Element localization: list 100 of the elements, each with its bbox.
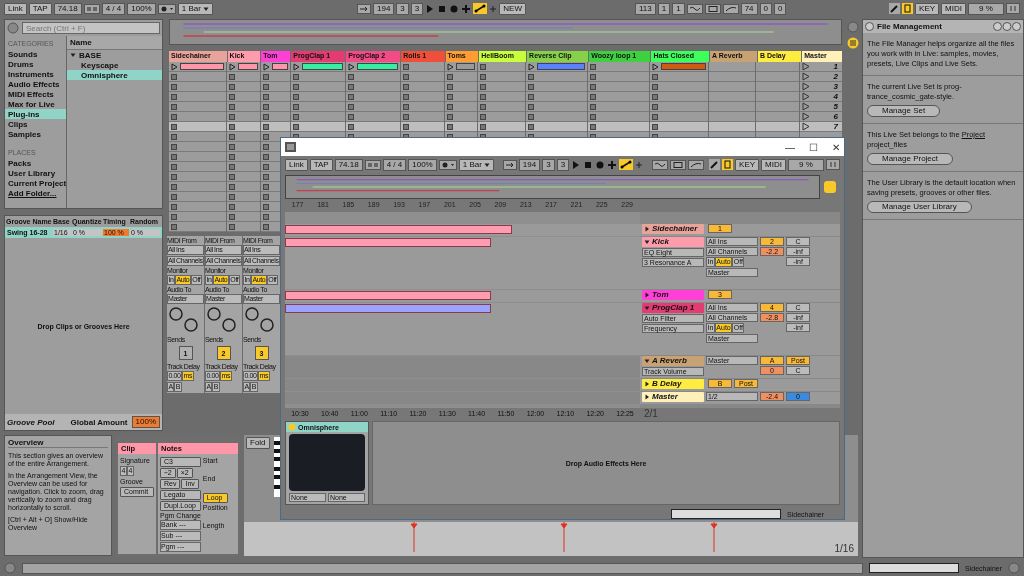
arrangement-clip[interactable] <box>285 238 491 247</box>
clip-slot[interactable] <box>526 112 588 122</box>
clip-slot[interactable] <box>478 72 526 82</box>
plus-icon[interactable] <box>607 159 618 170</box>
clip-slot[interactable] <box>169 112 227 122</box>
clip-slot[interactable] <box>227 92 260 102</box>
window-control[interactable]: ☐ <box>809 141 818 153</box>
clip-slot[interactable] <box>227 152 260 162</box>
position-field[interactable]: 3 <box>542 158 555 171</box>
clip[interactable] <box>180 63 225 70</box>
nudge-icon[interactable] <box>364 159 381 170</box>
scene-number[interactable]: 2 <box>833 72 839 81</box>
category-item[interactable]: Samples <box>5 129 66 139</box>
metronome-icon[interactable] <box>438 159 457 170</box>
clip-slot[interactable] <box>260 102 290 112</box>
loop-start-field[interactable]: 1 <box>672 2 685 15</box>
column-header[interactable]: Name <box>67 36 162 50</box>
clip-slot[interactable] <box>345 62 400 72</box>
clip-slot[interactable] <box>227 172 260 182</box>
clip-slot[interactable] <box>169 62 227 72</box>
scene-slot[interactable]: 5 <box>800 102 843 112</box>
clip-slot[interactable] <box>169 92 227 102</box>
clip-slot[interactable] <box>169 102 227 112</box>
clip-slot[interactable] <box>444 112 478 122</box>
clip-slot[interactable] <box>345 112 400 122</box>
clip-slot[interactable] <box>260 112 290 122</box>
scene-slot[interactable]: 7 <box>800 122 843 132</box>
clip[interactable] <box>271 63 288 70</box>
category-item[interactable]: Max for Live <box>5 99 66 109</box>
track-selector-bar[interactable] <box>869 563 960 573</box>
pencil-icon[interactable] <box>709 159 721 170</box>
clip-slot[interactable] <box>227 82 260 92</box>
clip-slot[interactable] <box>588 82 650 92</box>
clip-slot[interactable] <box>588 122 650 132</box>
clip-slot[interactable] <box>400 92 444 102</box>
scene-number[interactable]: 3 <box>833 82 839 91</box>
clip-slot[interactable] <box>650 112 708 122</box>
circle-icon[interactable] <box>847 21 859 33</box>
track-name[interactable]: Kick <box>642 237 704 247</box>
manage-button[interactable]: Manage Project <box>867 153 954 165</box>
clip-slot[interactable] <box>227 212 260 222</box>
circle-icon[interactable] <box>1008 562 1020 574</box>
nudge-icon[interactable] <box>83 3 100 14</box>
clip-slot[interactable] <box>169 122 227 132</box>
clip-slot[interactable] <box>345 122 400 132</box>
clip-slot[interactable] <box>169 182 227 192</box>
clip-slot[interactable] <box>478 102 526 112</box>
clip-slot[interactable] <box>290 112 345 122</box>
clip[interactable] <box>455 63 476 70</box>
clip-slot[interactable] <box>650 72 708 82</box>
clip-slot[interactable] <box>169 162 227 172</box>
global-amount-field[interactable]: 100% <box>131 416 160 428</box>
clip-launch-icon[interactable] <box>528 62 536 71</box>
clip-slot[interactable] <box>400 62 444 72</box>
plugin-item[interactable]: Keyscape <box>67 60 162 70</box>
clip-slot[interactable] <box>227 202 260 212</box>
category-item[interactable]: Clips <box>5 119 66 129</box>
clip-slot[interactable] <box>227 102 260 112</box>
clip-slot[interactable] <box>526 82 588 92</box>
clip-slot[interactable] <box>227 142 260 152</box>
quantize-dropdown[interactable]: 1 Bar <box>177 2 213 15</box>
clip-slot[interactable] <box>444 82 478 92</box>
stop-icon[interactable] <box>583 159 594 170</box>
midi-map-button[interactable]: MIDI <box>941 2 966 15</box>
follow-arrow-icon[interactable] <box>502 159 517 170</box>
clip-slot[interactable] <box>169 192 227 202</box>
clip-launch-icon[interactable] <box>262 62 270 71</box>
clip-slot[interactable] <box>444 62 478 72</box>
follow-arrow-icon[interactable] <box>357 3 371 14</box>
overview-toggle-icon[interactable] <box>824 181 836 193</box>
place-item[interactable]: Current Project <box>5 178 66 188</box>
window-control[interactable]: ✕ <box>832 141 840 153</box>
clip-slot[interactable] <box>290 72 345 82</box>
plugin-item[interactable]: Omnisphere <box>67 70 162 80</box>
tap-button[interactable]: TAP <box>28 2 52 15</box>
track-name[interactable]: Master <box>642 392 704 402</box>
track-name[interactable]: B Delay <box>642 379 704 389</box>
clip-slot[interactable] <box>400 72 444 82</box>
clip-slot[interactable] <box>169 142 227 152</box>
computer-keyboard-icon[interactable] <box>902 3 914 14</box>
clip-slot[interactable] <box>478 62 526 72</box>
marker-line[interactable] <box>710 522 718 553</box>
clip-slot[interactable] <box>444 92 478 102</box>
loop-length-field[interactable]: 0 <box>759 2 773 15</box>
arrangement-clip[interactable] <box>285 304 491 313</box>
pencil-icon[interactable] <box>889 3 901 14</box>
loop-length-field[interactable]: 74 <box>740 2 758 15</box>
scene-slot[interactable]: 1 <box>800 62 843 72</box>
clip-slot[interactable] <box>588 112 650 122</box>
record-icon[interactable] <box>595 159 606 170</box>
nav-icons-drawing[interactable] <box>993 22 1021 31</box>
midi-map-button[interactable]: MIDI <box>761 158 786 171</box>
link-button[interactable]: Link <box>285 158 308 171</box>
track-name[interactable]: ProgClap 1 <box>642 303 704 313</box>
clip-launch-icon[interactable] <box>652 62 660 71</box>
clip-slot[interactable] <box>260 82 290 92</box>
new-button[interactable]: NEW <box>499 2 526 15</box>
clip-slot[interactable] <box>345 72 400 82</box>
clip-slot[interactable] <box>169 152 227 162</box>
wave-icon[interactable] <box>686 3 703 14</box>
